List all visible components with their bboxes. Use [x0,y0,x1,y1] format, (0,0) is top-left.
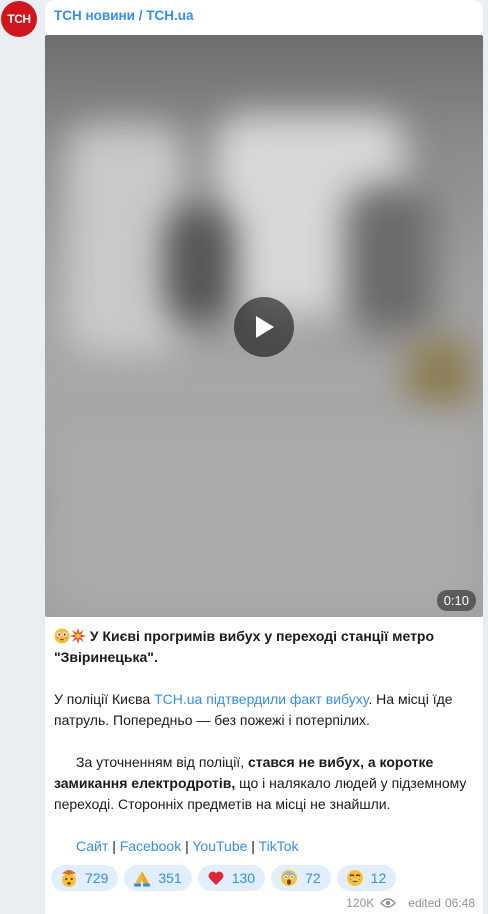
post-text: У Києві прогримів вибух у переході станц… [54,626,474,857]
message-time: 06:48 [444,896,475,910]
message-bubble: ТСН новини / TCH.ua 0:10 У Києві прогрим… [45,0,483,914]
video-frame-blur [345,185,435,335]
play-button[interactable] [234,297,294,357]
reaction-folded-hands[interactable]: 351 [124,865,192,891]
exploding-head-emoji-icon [62,870,76,887]
flushed-face-emoji-icon [54,628,70,644]
headline-text: У Києві прогримів вибух у переході станц… [54,628,435,665]
paragraph-text: У поліції Києва [54,691,155,707]
screaming-face-emoji-icon [281,870,298,886]
reaction-exploding-head[interactable]: 729 [51,865,119,891]
grinning-face-emoji-icon [346,870,363,886]
reaction-count: 729 [85,870,109,886]
reaction-count: 72 [305,870,321,886]
link-separator: | [185,838,189,854]
video-frame-blur [45,415,483,615]
reaction-grinning-face[interactable]: 12 [336,865,397,891]
tiktok-link[interactable]: TikTok [259,838,299,854]
paragraph-police: У поліції Києва TCH.ua підтвердили факт … [54,689,474,731]
facebook-link[interactable]: Facebook [120,838,181,854]
video-duration: 0:10 [436,590,476,611]
video-player[interactable]: 0:10 [45,35,483,617]
youtube-link[interactable]: YouTube [192,838,247,854]
site-link[interactable]: Сайт [76,838,108,854]
reaction-heart[interactable]: 130 [197,865,266,891]
folded-hands-emoji-icon [134,871,151,887]
link-separator: | [112,838,116,854]
channel-avatar[interactable]: ТСН [1,1,37,37]
view-count: 120K [346,896,375,910]
reaction-screaming-face[interactable]: 72 [271,865,331,891]
paragraph-clarification: За уточненням від поліції, стався не виб… [54,752,474,815]
collision-emoji-icon [70,628,86,644]
eye-icon [380,898,397,908]
link-separator: | [251,838,255,854]
edited-label: edited [408,896,441,910]
reaction-count: 351 [158,870,182,886]
post-headline: У Києві прогримів вибух у переході станц… [54,626,474,668]
play-icon [256,316,274,338]
message-meta: 120K edited 06:48 [346,896,475,910]
video-frame-blur [405,335,475,415]
video-frame-blur [165,205,235,325]
tsn-confirmed-link[interactable]: TCH.ua підтвердили факт вибуху [154,691,368,707]
reaction-count: 130 [231,870,256,886]
channel-name-link[interactable]: ТСН новини / TCH.ua [54,8,193,23]
reactions-bar: 729 351 130 72 12 [51,865,397,891]
social-links: Сайт | Facebook | YouTube | TikTok [54,836,474,857]
red-heart-emoji-icon [208,871,224,885]
reaction-count: 12 [370,870,387,886]
paragraph-text: За уточненням від поліції, [76,754,248,770]
